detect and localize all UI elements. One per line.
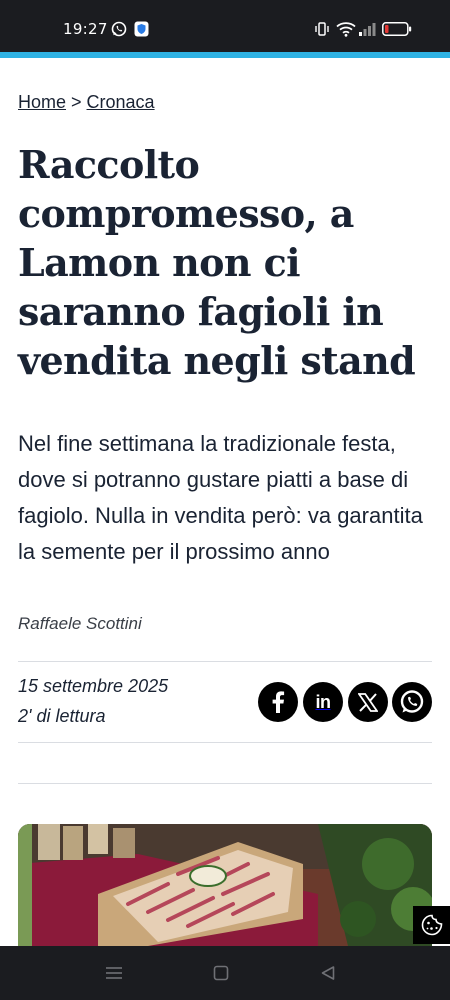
article-reading-time: 2' di lettura (18, 706, 106, 726)
status-bar: 19:27 (0, 0, 450, 52)
share-x-button[interactable] (348, 682, 388, 722)
article-subtitle: Nel fine settimana la tradizionale festa… (18, 431, 423, 564)
status-time: 19:27 (63, 20, 108, 38)
breadcrumb-section-link[interactable]: Cronaca (87, 92, 155, 112)
share-whatsapp-button[interactable] (392, 682, 432, 722)
share-linkedin-button[interactable]: in (303, 682, 343, 722)
home-icon (213, 965, 229, 981)
home-button[interactable] (210, 962, 232, 984)
divider (18, 783, 432, 784)
facebook-icon (272, 691, 285, 713)
menu-icon (106, 967, 122, 979)
divider (18, 661, 432, 662)
article-date: 15 settembre 2025 (18, 676, 169, 696)
wifi-icon (336, 22, 356, 37)
accent-line (0, 52, 450, 58)
battery-low-icon (382, 22, 412, 36)
whatsapp-icon (111, 21, 127, 37)
shield-icon (134, 21, 149, 37)
back-button[interactable] (317, 962, 339, 984)
breadcrumb-home-link[interactable]: Home (18, 92, 66, 112)
cookie-icon (421, 914, 442, 936)
article-image (18, 824, 432, 946)
breadcrumb-separator: > (71, 92, 82, 112)
vibrate-icon (315, 22, 329, 36)
x-icon (358, 692, 378, 712)
whatsapp-icon (400, 690, 424, 713)
recent-apps-button[interactable] (103, 962, 125, 984)
back-icon (321, 966, 335, 980)
share-facebook-button[interactable] (258, 682, 298, 722)
breadcrumb: Home > Cronaca (18, 92, 155, 113)
navigation-bar (0, 946, 450, 1000)
divider (18, 742, 432, 743)
signal-icon (359, 23, 376, 36)
article-headline: Raccolto compromesso, a Lamon non ci sar… (18, 142, 416, 383)
cookie-settings-button[interactable] (413, 906, 450, 944)
linkedin-icon: in (315, 691, 332, 712)
article-author: Raffaele Scottini (18, 614, 142, 633)
